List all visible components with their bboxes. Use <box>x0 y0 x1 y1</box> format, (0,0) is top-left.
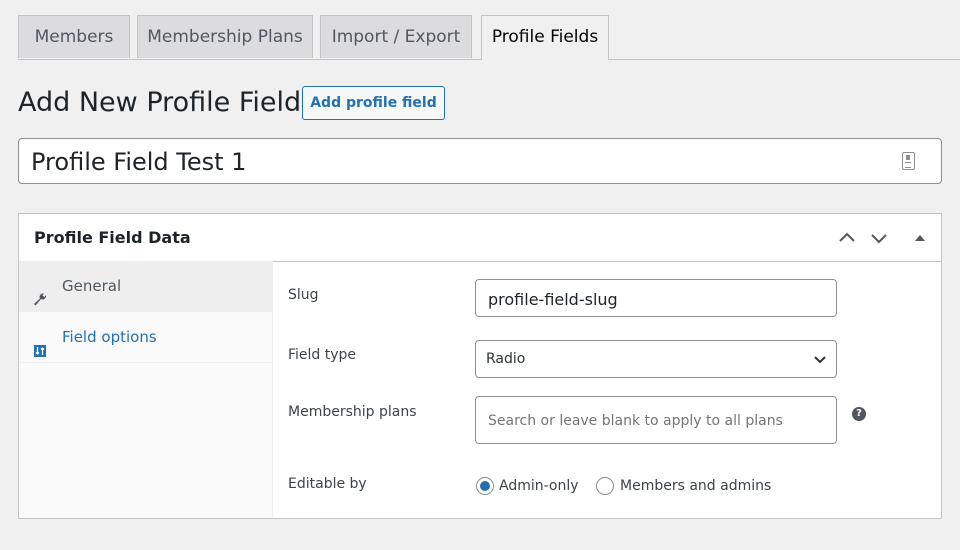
tab-membership-plans[interactable]: Membership Plans <box>137 15 313 58</box>
tab-members[interactable]: Members <box>18 15 130 58</box>
members-and-admins-radio[interactable] <box>596 477 614 495</box>
sidebar-item-field-options[interactable]: Field options <box>19 312 272 363</box>
field-type-label: Field type <box>288 347 357 363</box>
move-down-icon[interactable] <box>869 228 889 248</box>
tab-profile-fields[interactable]: Profile Fields <box>481 15 609 60</box>
move-up-icon[interactable] <box>837 228 857 248</box>
contact-card-icon[interactable] <box>902 152 915 170</box>
profile-field-data-box: Profile Field Data General Field options… <box>18 213 942 519</box>
editable-by-label: Editable by <box>288 476 367 492</box>
tab-import-export[interactable]: Import / Export <box>320 15 472 58</box>
title-input[interactable] <box>29 139 883 185</box>
slug-label: Slug <box>288 287 319 303</box>
page-title: Add New Profile Field <box>18 87 302 118</box>
membership-plans-input[interactable] <box>486 397 820 445</box>
admin-only-radio[interactable] <box>476 477 494 495</box>
add-profile-field-button[interactable]: Add profile field <box>302 86 445 120</box>
box-header: Profile Field Data <box>19 214 941 262</box>
sidebar-item-label: General <box>62 277 122 295</box>
admin-only-label[interactable]: Admin-only <box>499 477 579 495</box>
slug-input[interactable] <box>486 280 820 318</box>
field-options-icon <box>33 328 47 357</box>
membership-plans-field[interactable] <box>475 396 837 445</box>
members-and-admins-label[interactable]: Members and admins <box>620 477 771 495</box>
sidebar-item-label: Field options <box>62 328 157 346</box>
nav-tabs: Members Membership Plans Import / Export… <box>18 15 960 60</box>
wrench-icon <box>33 277 47 306</box>
chevron-down-icon <box>812 351 828 371</box>
help-icon[interactable]: ? <box>852 407 866 421</box>
toggle-panel-icon[interactable] <box>910 228 930 248</box>
membership-plans-label: Membership plans <box>288 404 417 420</box>
sidebar-item-general[interactable]: General <box>19 261 272 312</box>
title-field[interactable] <box>18 138 942 185</box>
field-type-select[interactable]: Radio <box>475 340 837 378</box>
field-type-value: Radio <box>486 351 526 367</box>
sidebar-tabs: General Field options <box>19 261 273 518</box>
box-title: Profile Field Data <box>34 228 191 247</box>
slug-field[interactable] <box>475 279 837 318</box>
